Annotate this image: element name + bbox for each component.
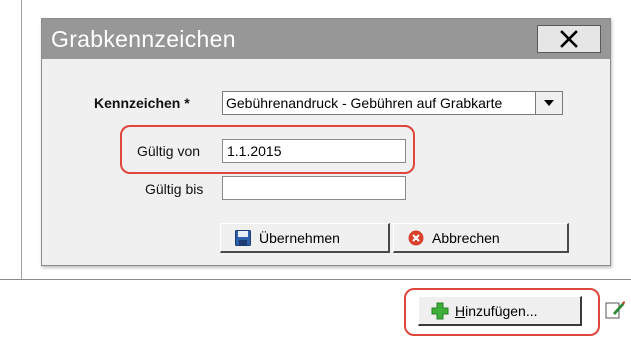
close-button[interactable] xyxy=(537,25,601,53)
gueltig-bis-label: Gültig bis xyxy=(145,181,204,197)
abbrechen-label: Abbrechen xyxy=(432,229,500,246)
kennzeichen-selected-value: Gebührenandruck - Gebühren auf Grabkarte xyxy=(226,95,503,111)
abbrechen-button[interactable]: Abbrechen xyxy=(393,223,569,253)
uebernehmen-label: Übernehmen xyxy=(259,229,340,246)
hinzufuegen-highlight xyxy=(404,288,600,336)
kennzeichen-select[interactable]: Gebührenandruck - Gebühren auf Grabkarte xyxy=(222,91,563,115)
background-divider-vertical xyxy=(21,0,22,279)
uebernehmen-button[interactable]: Übernehmen xyxy=(220,223,390,253)
edit-icon[interactable] xyxy=(605,300,625,323)
save-icon xyxy=(235,229,251,246)
dialog-titlebar: Grabkennzeichen xyxy=(42,19,610,59)
background-divider-horizontal xyxy=(0,279,631,280)
close-icon xyxy=(560,30,578,48)
kennzeichen-label: Kennzeichen * xyxy=(94,95,190,111)
cancel-icon xyxy=(408,230,424,246)
dropdown-arrow-icon xyxy=(544,100,554,106)
gueltig-bis-input[interactable] xyxy=(222,176,406,200)
kennzeichen-dropdown-button[interactable] xyxy=(535,92,562,114)
dialog-title: Grabkennzeichen xyxy=(51,26,236,52)
gueltig-von-highlight xyxy=(120,125,415,174)
